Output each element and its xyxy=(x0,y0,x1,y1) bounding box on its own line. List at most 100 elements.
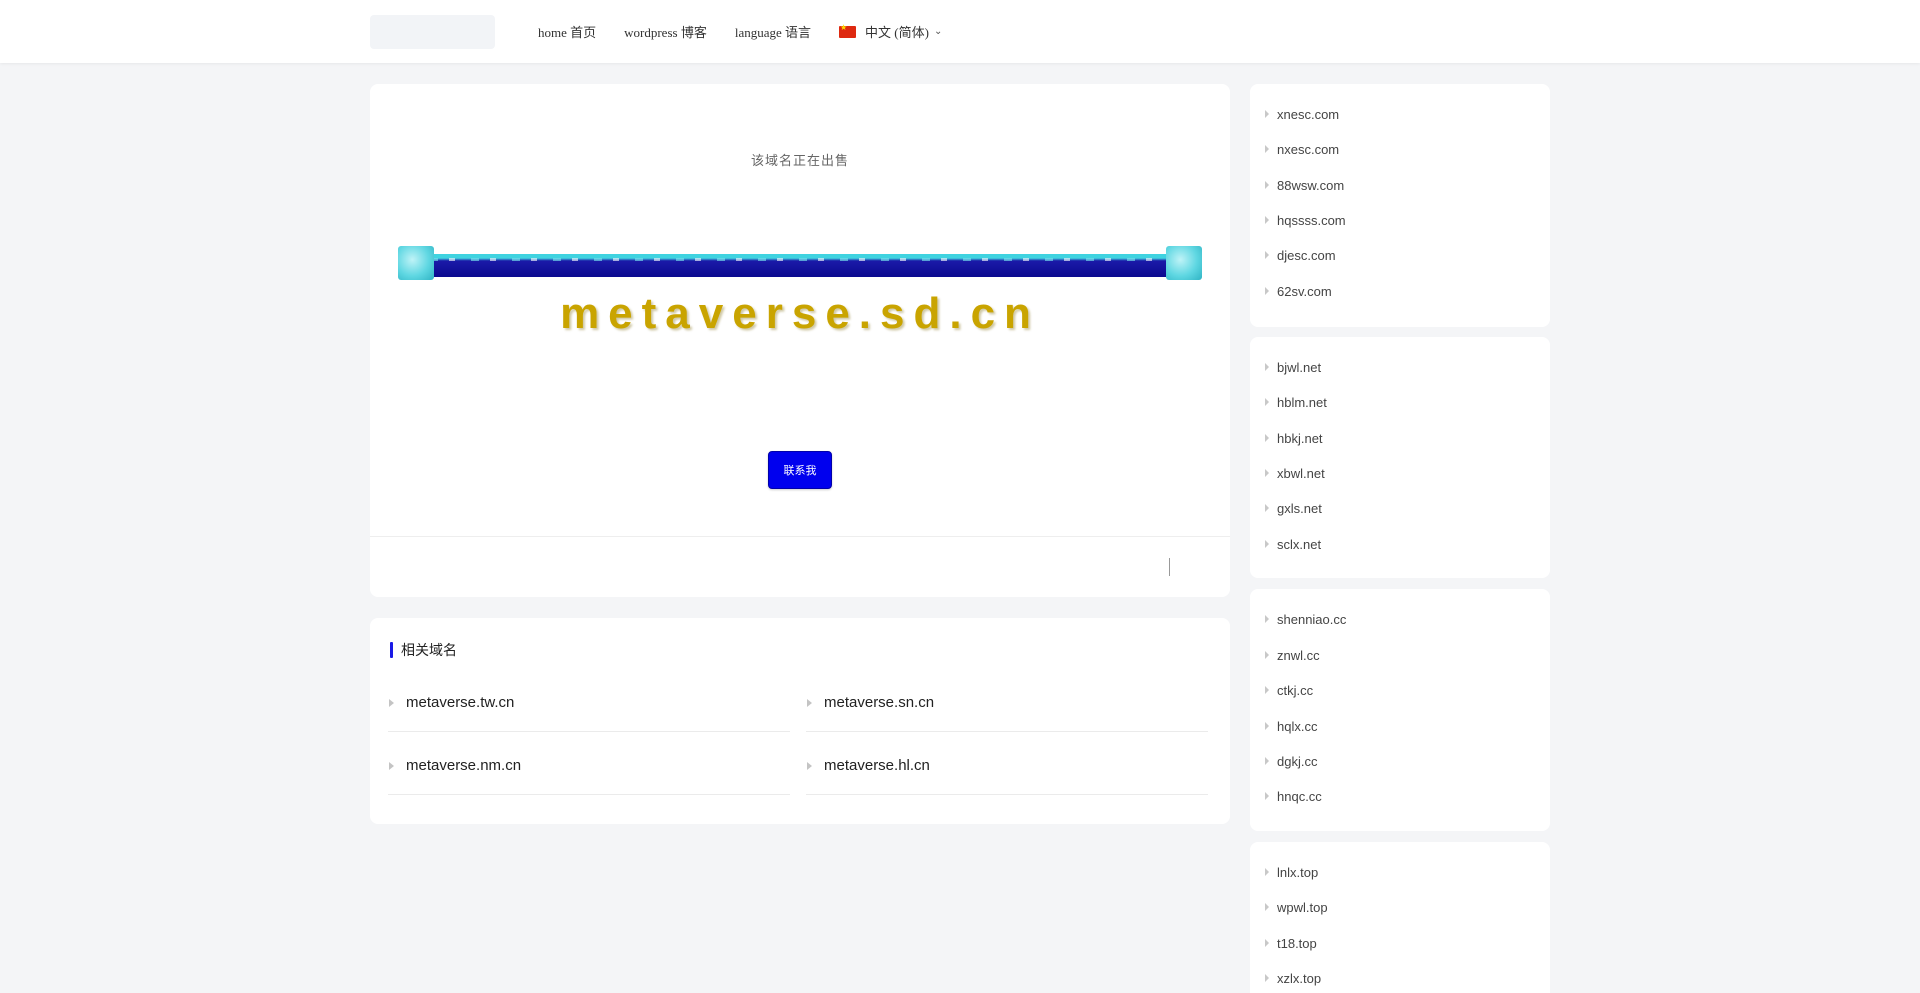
sidebar-domain-item[interactable]: hblm.net xyxy=(1250,392,1550,412)
triangle-right-icon xyxy=(807,761,812,770)
sidebar-domain-item[interactable]: nxesc.com xyxy=(1250,139,1550,159)
vertical-separator xyxy=(1169,558,1170,576)
sidebar-domain-item[interactable]: hbkj.net xyxy=(1250,428,1550,448)
site-logo[interactable] xyxy=(370,15,495,49)
sidebar-group-com: xnesc.com nxesc.com 88wsw.com hqssss.com… xyxy=(1250,84,1550,327)
triangle-right-icon xyxy=(1265,287,1269,295)
chevron-down-icon: ⌄ xyxy=(933,26,943,37)
sidebar-domain-item[interactable]: bjwl.net xyxy=(1250,357,1550,377)
triangle-right-icon xyxy=(1265,792,1269,800)
triangle-right-icon xyxy=(1265,216,1269,224)
triangle-right-icon xyxy=(1265,251,1269,259)
sidebar-domain-link[interactable]: gxls.net xyxy=(1277,501,1322,516)
sidebar-domain-item[interactable]: ctkj.cc xyxy=(1250,680,1550,700)
sidebar-domain-link[interactable]: wpwl.top xyxy=(1277,900,1328,915)
sidebar-domain-link[interactable]: nxesc.com xyxy=(1277,142,1339,157)
sidebar-domain-item[interactable]: djesc.com xyxy=(1250,245,1550,265)
contact-button[interactable]: 联系我 xyxy=(768,451,832,489)
triangle-right-icon xyxy=(1265,939,1269,947)
triangle-right-icon xyxy=(1265,722,1269,730)
triangle-right-icon xyxy=(1265,145,1269,153)
domain-sale-card: 该域名正在出售 metaverse.sd.cn 联系我 xyxy=(370,84,1230,597)
sidebar-domain-link[interactable]: znwl.cc xyxy=(1277,648,1320,663)
sidebar-domain-link[interactable]: xbwl.net xyxy=(1277,466,1325,481)
banner-bar xyxy=(408,254,1192,277)
sidebar-domain-link[interactable]: shenniao.cc xyxy=(1277,612,1346,627)
sidebar-domain-link[interactable]: ctkj.cc xyxy=(1277,683,1313,698)
triangle-right-icon xyxy=(1265,434,1269,442)
domain-title: metaverse.sd.cn xyxy=(560,289,1040,338)
related-domains-card: 相关域名 metaverse.tw.cn metaverse.sn.cn met… xyxy=(370,618,1230,824)
triangle-right-icon xyxy=(389,698,394,707)
sidebar-domain-link[interactable]: djesc.com xyxy=(1277,248,1336,263)
sidebar-domain-item[interactable]: hnqc.cc xyxy=(1250,786,1550,806)
triangle-right-icon xyxy=(1265,469,1269,477)
nav-language[interactable]: language 语言 xyxy=(735,22,811,41)
decorative-banner xyxy=(398,246,1202,280)
sidebar-domain-item[interactable]: znwl.cc xyxy=(1250,645,1550,665)
sidebar-domain-link[interactable]: t18.top xyxy=(1277,936,1317,951)
triangle-right-icon xyxy=(1265,868,1269,876)
related-domain-item[interactable]: metaverse.nm.cn xyxy=(388,737,790,795)
related-domain-link[interactable]: metaverse.tw.cn xyxy=(406,694,514,711)
sidebar-domain-item[interactable]: 62sv.com xyxy=(1250,281,1550,301)
sidebar-domain-link[interactable]: sclx.net xyxy=(1277,537,1321,552)
sidebar-domain-item[interactable]: hqlx.cc xyxy=(1250,716,1550,736)
sidebar-domain-item[interactable]: 88wsw.com xyxy=(1250,175,1550,195)
sidebar-domain-link[interactable]: 88wsw.com xyxy=(1277,178,1344,193)
triangle-right-icon xyxy=(1265,686,1269,694)
triangle-right-icon xyxy=(1265,181,1269,189)
triangle-right-icon xyxy=(1265,504,1269,512)
sidebar-group-net: bjwl.net hblm.net hbkj.net xbwl.net gxls… xyxy=(1250,337,1550,578)
related-domain-item[interactable]: metaverse.hl.cn xyxy=(806,737,1208,795)
sidebar-domain-link[interactable]: hblm.net xyxy=(1277,395,1327,410)
sidebar-domain-link[interactable]: dgkj.cc xyxy=(1277,754,1317,769)
sidebar-group-top: lnlx.top wpwl.top t18.top xzlx.top xyxy=(1250,842,1550,993)
related-domain-link[interactable]: metaverse.sn.cn xyxy=(824,694,934,711)
sidebar-domain-item[interactable]: t18.top xyxy=(1250,933,1550,953)
sidebar-domain-item[interactable]: xbwl.net xyxy=(1250,463,1550,483)
triangle-right-icon xyxy=(1265,757,1269,765)
triangle-right-icon xyxy=(389,761,394,770)
sidebar-domain-item[interactable]: wpwl.top xyxy=(1250,897,1550,917)
related-domain-item[interactable]: metaverse.sn.cn xyxy=(806,674,1208,732)
triangle-right-icon xyxy=(1265,974,1269,982)
sidebar-domain-link[interactable]: hqssss.com xyxy=(1277,213,1346,228)
nav-home[interactable]: home 首页 xyxy=(538,22,596,41)
sidebar-group-cc: shenniao.cc znwl.cc ctkj.cc hqlx.cc dgkj… xyxy=(1250,589,1550,831)
sidebar-domain-link[interactable]: hnqc.cc xyxy=(1277,789,1322,804)
triangle-right-icon xyxy=(1265,651,1269,659)
triangle-right-icon xyxy=(807,698,812,707)
main-nav: home 首页 wordpress 博客 language 语言 中文 (简体)… xyxy=(538,0,942,63)
triangle-right-icon xyxy=(1265,398,1269,406)
sidebar-domain-item[interactable]: sclx.net xyxy=(1250,534,1550,554)
triangle-right-icon xyxy=(1265,903,1269,911)
language-selector[interactable]: 中文 (简体) ⌄ xyxy=(839,22,942,41)
sidebar-domain-link[interactable]: hqlx.cc xyxy=(1277,719,1317,734)
related-domain-item[interactable]: metaverse.tw.cn xyxy=(388,674,790,732)
sidebar-domain-link[interactable]: xzlx.top xyxy=(1277,971,1321,986)
sidebar-domain-item[interactable]: shenniao.cc xyxy=(1250,609,1550,629)
sidebar-domain-item[interactable]: gxls.net xyxy=(1250,498,1550,518)
sidebar-domain-link[interactable]: bjwl.net xyxy=(1277,360,1321,375)
sidebar-domain-item[interactable]: xzlx.top xyxy=(1250,968,1550,988)
sale-notice: 该域名正在出售 xyxy=(750,153,849,168)
sidebar-domain-item[interactable]: lnlx.top xyxy=(1250,862,1550,882)
language-label: 中文 (简体) xyxy=(865,25,929,40)
triangle-right-icon xyxy=(1265,110,1269,118)
sidebar-domain-item[interactable]: dgkj.cc xyxy=(1250,751,1550,771)
divider xyxy=(370,536,1230,537)
sidebar-domain-item[interactable]: hqssss.com xyxy=(1250,210,1550,230)
nav-wordpress[interactable]: wordpress 博客 xyxy=(624,22,707,41)
sidebar-domain-link[interactable]: xnesc.com xyxy=(1277,107,1339,122)
heading-accent-bar xyxy=(390,642,393,658)
triangle-right-icon xyxy=(1265,540,1269,548)
related-domain-link[interactable]: metaverse.nm.cn xyxy=(406,757,521,774)
sidebar-domain-item[interactable]: xnesc.com xyxy=(1250,104,1550,124)
sidebar-domain-link[interactable]: 62sv.com xyxy=(1277,284,1332,299)
sidebar-domain-link[interactable]: lnlx.top xyxy=(1277,865,1318,880)
related-domain-link[interactable]: metaverse.hl.cn xyxy=(824,757,930,774)
triangle-right-icon xyxy=(1265,363,1269,371)
sidebar-domain-link[interactable]: hbkj.net xyxy=(1277,431,1323,446)
related-title: 相关域名 xyxy=(401,642,457,658)
